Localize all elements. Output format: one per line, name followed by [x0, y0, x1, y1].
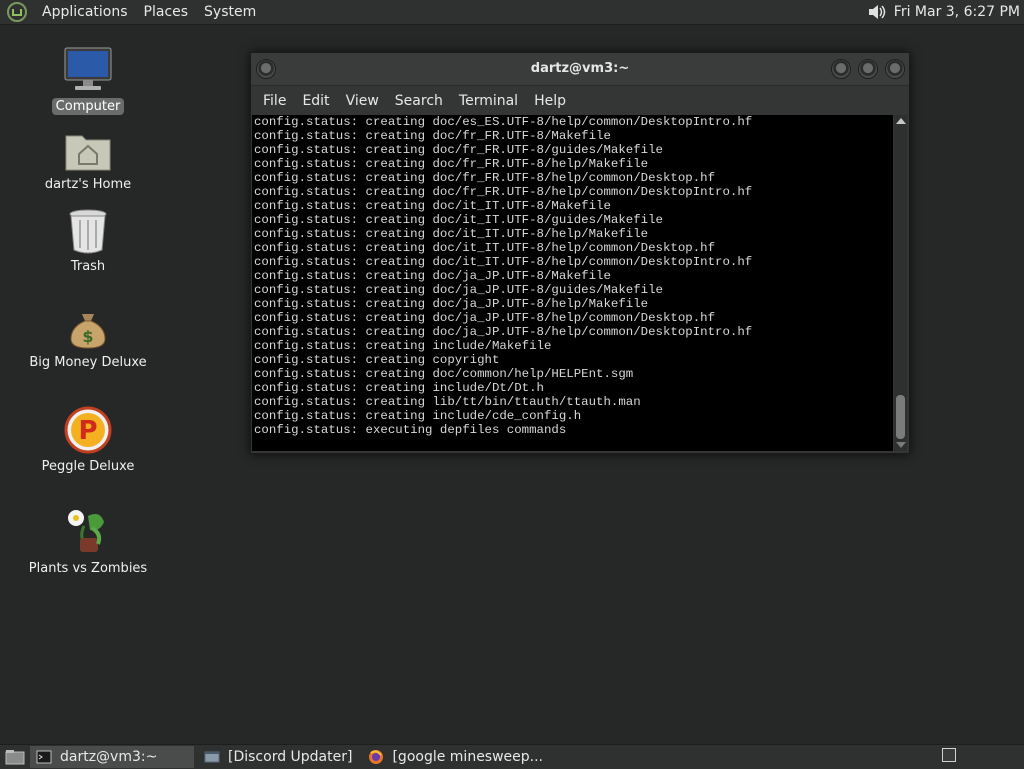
scroll-up-icon[interactable] — [896, 118, 906, 124]
workspace-switcher[interactable] — [942, 748, 956, 762]
trash-icon — [69, 209, 107, 254]
close-button[interactable] — [885, 59, 905, 79]
window-icon — [204, 751, 220, 763]
terminal-line: config.status: creating doc/it_IT.UTF-8/… — [254, 199, 611, 213]
terminal-line: config.status: creating doc/ja_JP.UTF-8/… — [254, 283, 663, 297]
terminal-line: config.status: creating doc/it_IT.UTF-8/… — [254, 213, 663, 227]
minimize-button[interactable] — [831, 59, 851, 79]
desktop-icon-peggle[interactable]: P Peggle Deluxe — [13, 406, 163, 475]
peggle-icon: P — [64, 406, 112, 454]
terminal-line: config.status: creating doc/ja_JP.UTF-8/… — [254, 269, 611, 283]
terminal-line: config.status: creating doc/fr_FR.UTF-8/… — [254, 129, 611, 143]
scroll-down-icon[interactable] — [896, 442, 906, 448]
taskbar-button-discord-updater[interactable]: [Discord Updater] — [198, 746, 358, 768]
terminal-line: config.status: creating doc/fr_FR.UTF-8/… — [254, 143, 663, 157]
money-bag-icon: $ — [70, 314, 106, 349]
taskbar-label: [google minesweep... — [392, 749, 544, 765]
terminal-line: config.status: creating doc/fr_FR.UTF-8/… — [254, 185, 753, 199]
menu-file[interactable]: File — [255, 93, 294, 109]
menu-search[interactable]: Search — [387, 93, 451, 109]
top-panel: Applications Places System Fri Mar 3, 6:… — [0, 0, 1024, 25]
desktop-icon-label: Computer — [51, 98, 125, 115]
terminal-line: config.status: creating doc/it_IT.UTF-8/… — [254, 255, 753, 269]
terminal-line: config.status: creating include/cde_conf… — [254, 409, 582, 423]
terminal-line: config.status: creating include/Makefile — [254, 339, 552, 353]
terminal-line: config.status: creating doc/it_IT.UTF-8/… — [254, 241, 716, 255]
terminal-line: config.status: creating lib/tt/bin/ttaut… — [254, 395, 641, 409]
terminal-line: config.status: creating copyright — [254, 353, 500, 367]
taskbar-label: [Discord Updater] — [228, 749, 353, 765]
desktop-icon-plants-vs-zombies[interactable]: Plants vs Zombies — [13, 506, 163, 577]
terminal-line: config.status: executing depfiles comman… — [254, 423, 567, 437]
taskbar-label: dartz@vm3:~ — [60, 749, 158, 765]
terminal-line: config.status: creating doc/fr_FR.UTF-8/… — [254, 157, 649, 171]
desktop-icon-label: Trash — [70, 259, 106, 274]
desktop-icon-label: Plants vs Zombies — [28, 561, 148, 576]
menu-applications[interactable]: Applications — [34, 0, 136, 24]
system-tray: Fri Mar 3, 6:27 PM — [866, 0, 1024, 24]
terminal-window: dartz@vm3:~ File Edit View Search Termin… — [250, 52, 910, 454]
window-titlebar[interactable]: dartz@vm3:~ — [251, 53, 909, 86]
maximize-button[interactable] — [858, 59, 878, 79]
svg-text:$: $ — [82, 327, 93, 346]
desktop-icon-big-money[interactable]: $ Big Money Deluxe — [13, 310, 163, 371]
home-folder-icon — [65, 135, 111, 171]
taskbar-button-terminal[interactable]: dartz@vm3:~ — [30, 746, 194, 768]
taskbar-button-google-minesweeper[interactable]: [google minesweep... — [362, 746, 549, 768]
desktop-icon-computer[interactable]: Computer — [13, 46, 163, 115]
window-title: dartz@vm3:~ — [530, 61, 630, 76]
mint-menu-icon[interactable] — [6, 1, 28, 23]
desktop-icon-label: Peggle Deluxe — [41, 459, 135, 474]
menu-system[interactable]: System — [196, 0, 264, 24]
terminal-line: config.status: creating doc/it_IT.UTF-8/… — [254, 227, 649, 241]
menu-places[interactable]: Places — [136, 0, 197, 24]
terminal-line: config.status: creating doc/common/help/… — [254, 367, 634, 381]
terminal-output[interactable]: config.status: creating doc/es_ES.UTF-8/… — [252, 115, 893, 451]
show-desktop-icon[interactable] — [4, 746, 26, 768]
terminal-line: config.status: creating doc/ja_JP.UTF-8/… — [254, 325, 753, 339]
scrollbar-thumb[interactable] — [896, 395, 905, 439]
desktop-icon-home[interactable]: dartz's Home — [13, 128, 163, 193]
terminal-line: config.status: creating doc/fr_FR.UTF-8/… — [254, 171, 716, 185]
terminal-scrollbar[interactable] — [894, 115, 907, 451]
terminal-menubar: File Edit View Search Terminal Help — [251, 86, 909, 116]
computer-icon — [64, 47, 112, 90]
terminal-line: config.status: creating include/Dt/Dt.h — [254, 381, 544, 395]
bottom-panel: dartz@vm3:~ [Discord Updater] [google mi… — [0, 744, 1024, 769]
terminal-line: config.status: creating doc/es_ES.UTF-8/… — [254, 115, 753, 129]
terminal-icon — [36, 750, 52, 764]
desktop-icon-label: dartz's Home — [44, 177, 132, 192]
desktop-icon-label: Big Money Deluxe — [29, 355, 147, 370]
clock[interactable]: Fri Mar 3, 6:27 PM — [894, 4, 1024, 20]
volume-icon[interactable] — [866, 1, 888, 23]
firefox-icon — [369, 750, 384, 764]
terminal-line: config.status: creating doc/ja_JP.UTF-8/… — [254, 297, 649, 311]
svg-text:P: P — [78, 416, 97, 446]
menu-edit[interactable]: Edit — [294, 93, 337, 109]
terminal-line: config.status: creating doc/ja_JP.UTF-8/… — [254, 311, 716, 325]
menu-view[interactable]: View — [338, 93, 387, 109]
menu-terminal[interactable]: Terminal — [451, 93, 526, 109]
plants-vs-zombies-icon — [68, 510, 104, 552]
menu-help[interactable]: Help — [526, 93, 574, 109]
desktop-icon-trash[interactable]: Trash — [13, 208, 163, 275]
terminal-text: config.status: creating doc/es_ES.UTF-8/… — [252, 115, 893, 437]
